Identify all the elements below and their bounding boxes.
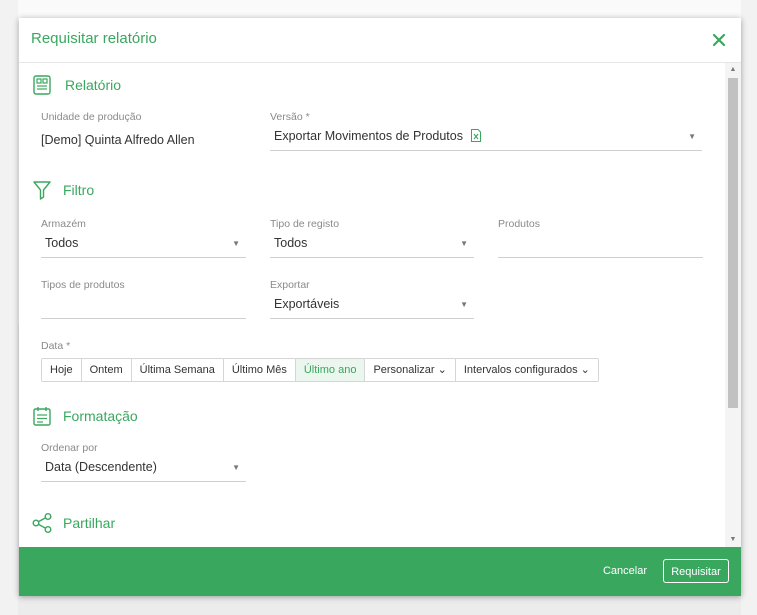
section-share: Partilhar: [31, 509, 115, 537]
warehouse-select[interactable]: Todos ▼: [41, 233, 246, 258]
section-title-share: Partilhar: [63, 515, 116, 531]
product-types-input[interactable]: [41, 294, 246, 319]
page-backdrop-left: [0, 0, 18, 615]
notepad-icon: [33, 407, 51, 426]
record-type-value: Todos: [274, 236, 308, 250]
section-title-filter: Filtro: [63, 182, 95, 198]
request-report-dialog: Requisitar relatório Relatório Unidade d…: [19, 18, 741, 596]
export-select[interactable]: Exportáveis ▼: [270, 294, 474, 319]
chevron-down-icon: ▼: [232, 463, 240, 472]
date-button-last-year[interactable]: Último ano: [295, 359, 366, 381]
date-button-custom[interactable]: Personalizar ⌄: [365, 359, 456, 381]
section-formatting: Formatação: [31, 402, 138, 430]
date-label: Data *: [41, 340, 71, 352]
request-button[interactable]: Requisitar: [663, 559, 729, 583]
version-label: Versão *: [270, 111, 310, 123]
scrollbar-thumb[interactable]: [728, 78, 738, 408]
products-input[interactable]: [498, 233, 703, 258]
section-title-report: Relatório: [65, 77, 122, 93]
cancel-button[interactable]: Cancelar: [603, 565, 647, 577]
report-icon: [33, 75, 51, 95]
section-filter: Filtro: [31, 176, 94, 204]
date-button-configured-intervals[interactable]: Intervalos configurados ⌄: [455, 359, 598, 381]
dialog-footer: Cancelar Requisitar: [19, 547, 741, 596]
order-label: Ordenar por: [41, 442, 98, 454]
scroll-up-arrow-icon[interactable]: ▲: [725, 63, 741, 77]
date-button-last-month[interactable]: Último Mês: [223, 359, 296, 381]
products-label: Produtos: [498, 218, 541, 230]
warehouse-label: Armazém: [41, 218, 86, 230]
unit-label: Unidade de produção: [41, 111, 142, 123]
product-types-label: Tipos de produtos: [41, 279, 125, 291]
chevron-down-icon: ▼: [460, 300, 468, 309]
date-button-last-week[interactable]: Última Semana: [131, 359, 224, 381]
section-report: Relatório: [31, 71, 121, 99]
close-icon: [712, 33, 726, 47]
version-value: Exportar Movimentos de Produtos: [274, 129, 482, 143]
unit-value: [Demo] Quinta Alfredo Allen: [41, 133, 195, 147]
order-value: Data (Descendente): [45, 460, 157, 474]
chevron-down-icon: ▼: [688, 132, 696, 141]
share-icon: [32, 513, 52, 533]
date-button-today[interactable]: Hoje: [42, 359, 82, 381]
export-value: Exportáveis: [274, 297, 340, 311]
vertical-scrollbar[interactable]: ▲ ▼: [725, 63, 741, 547]
scroll-down-arrow-icon[interactable]: ▼: [725, 533, 741, 547]
version-value-text: Exportar Movimentos de Produtos: [274, 129, 463, 143]
dialog-title: Requisitar relatório: [31, 30, 157, 47]
version-select[interactable]: Exportar Movimentos de Produtos ▼: [270, 126, 702, 151]
excel-file-icon: [471, 129, 482, 142]
dialog-header: Requisitar relatório: [19, 18, 741, 63]
dialog-body: Relatório Unidade de produção [Demo] Qui…: [19, 63, 725, 547]
date-button-yesterday[interactable]: Ontem: [81, 359, 132, 381]
record-type-label: Tipo de registo: [270, 218, 340, 230]
chevron-down-icon: ▼: [460, 239, 468, 248]
page-backdrop-right: [741, 0, 757, 615]
order-select[interactable]: Data (Descendente) ▼: [41, 457, 246, 482]
filter-icon: [33, 181, 51, 200]
section-title-formatting: Formatação: [63, 408, 138, 424]
close-button[interactable]: [707, 28, 731, 52]
chevron-down-icon: ▼: [232, 239, 240, 248]
record-type-select[interactable]: Todos ▼: [270, 233, 474, 258]
export-label: Exportar: [270, 279, 310, 291]
date-range-buttons: Hoje Ontem Última Semana Último Mês Últi…: [41, 358, 599, 382]
warehouse-value: Todos: [45, 236, 79, 250]
